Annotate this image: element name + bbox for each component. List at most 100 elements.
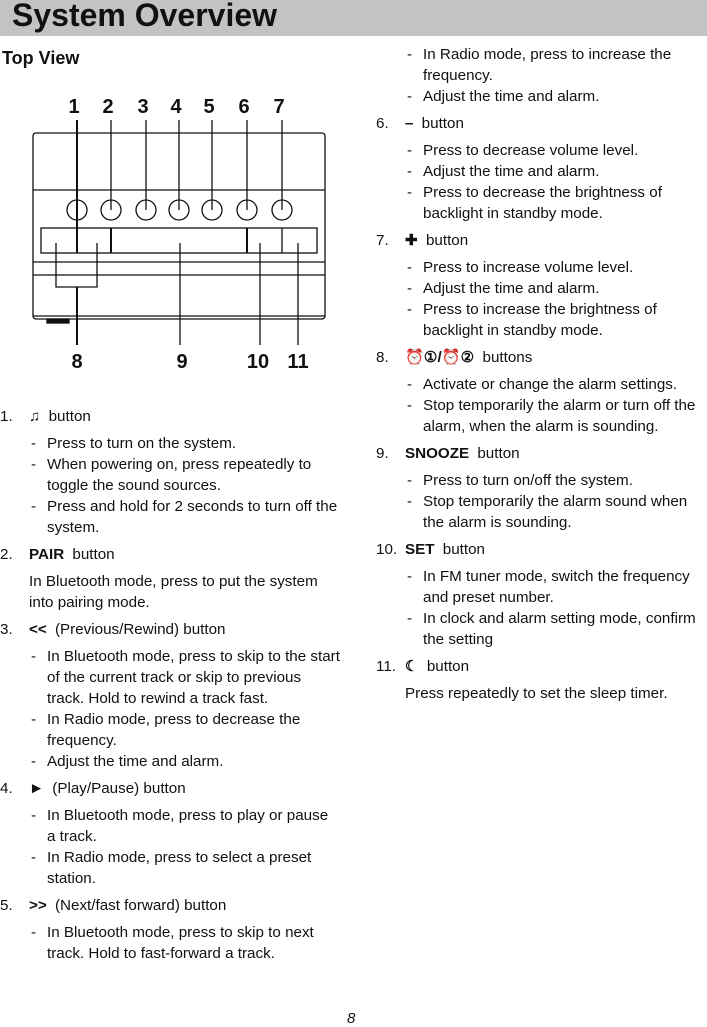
callout-label: 9 [176, 351, 187, 373]
sub-item-text: Adjust the time and alarm. [47, 753, 224, 770]
right-column: - In Radio mode, press to increase the fr… [376, 44, 707, 704]
sub-item: - Adjust the time and alarm. [407, 163, 600, 180]
callout-label: 7 [273, 96, 284, 118]
sub-item: - Press to turn on/off the system. [407, 472, 633, 489]
sub-item-text: In Bluetooth mode, press to play or paus… [47, 807, 329, 845]
sub-item: - In clock and alarm setting mode, confir… [405, 608, 707, 650]
callout-label: 5 [203, 96, 214, 118]
item-label: button [438, 541, 485, 558]
list-item: 2. PAIR button [0, 544, 340, 565]
item-number: 8. [376, 349, 389, 366]
sub-item: - In Radio mode, press to decrease the fr… [29, 709, 340, 751]
sub-item-text: Press to increase the brightness of back… [423, 301, 657, 339]
item-number: 4. [0, 780, 13, 797]
button-symbol: ✚ [405, 232, 418, 249]
callout-label: 1 [68, 96, 79, 118]
description: Press repeatedly to set the sleep timer. [405, 685, 668, 702]
button-symbol: PAIR [29, 546, 65, 563]
page-title: System Overview [12, 0, 278, 33]
item-label: button [417, 115, 464, 132]
sub-item-text: Stop temporarily the alarm or turn off t… [423, 397, 696, 435]
sub-item: - Press to decrease the brightness of bac… [405, 182, 707, 224]
sub-item-text: Press to turn on the system. [47, 435, 237, 452]
list-item: 10. SET button [376, 539, 707, 560]
sub-item-text: In FM tuner mode, switch the frequency a… [423, 568, 690, 606]
item-label: button [68, 546, 115, 563]
description: In Bluetooth mode, press to put the syst… [29, 573, 318, 611]
item-label: button [421, 232, 469, 249]
sub-item: - In Bluetooth mode, press to play or pau… [29, 805, 340, 847]
sub-item: - Press to increase volume level. [407, 259, 634, 276]
list-item: 4. ► (Play/Pause) button [0, 778, 340, 799]
sub-item: - In Radio mode, press to increase the fr… [405, 44, 707, 86]
sub-item-text: In Bluetooth mode, press to skip to next… [47, 924, 314, 962]
button-symbol: ⏰①/⏰② [405, 349, 475, 366]
list-item: 9. SNOOZE button [376, 443, 707, 464]
item-label: (Next/fast forward) button [50, 897, 227, 914]
sub-item: - In Bluetooth mode, press to skip to the… [31, 648, 340, 707]
sub-item-text: Adjust the time and alarm. [423, 88, 600, 105]
list-item: 1. ♫ button [0, 406, 340, 427]
sub-item: - In FM tuner mode, switch the frequency … [405, 566, 707, 608]
sub-item: - Activate or change the alarm settings. [407, 376, 678, 393]
item-label: button [44, 408, 91, 425]
page-number: 8 [347, 1010, 356, 1027]
list-item: 7. ✚ button [376, 230, 707, 251]
list-item: 6. – button [376, 113, 707, 134]
callout-label: 6 [238, 96, 249, 118]
item-label: (Play/Pause) button [48, 780, 186, 797]
callout-label: 3 [137, 96, 148, 118]
item-number: 9. [376, 445, 389, 462]
sub-item-text: In Radio mode, press to increase the fre… [423, 46, 672, 84]
item-label: buttons [478, 349, 533, 366]
sub-item: - When powering on, press repeatedly to t… [29, 454, 340, 496]
sub-item: - Stop temporarily the alarm or turn off … [405, 395, 707, 437]
callout-label: 4 [170, 96, 182, 118]
list-item: 3. << (Previous/Rewind) button [0, 619, 340, 640]
sub-item: - In Radio mode, press to select a preset… [29, 847, 340, 889]
sub-item-text: Adjust the time and alarm. [423, 163, 600, 180]
callout-label: 8 [71, 351, 82, 373]
sub-item-text: In Bluetooth mode, press to skip to the … [47, 648, 340, 707]
item-label: (Previous/Rewind) button [50, 621, 226, 638]
sub-item-text: In clock and alarm setting mode, confirm… [423, 610, 696, 648]
button-symbol: SNOOZE [405, 445, 470, 462]
sub-item: - Adjust the time and alarm. [407, 88, 600, 105]
button-symbol: >> [29, 897, 47, 914]
list-item: 11. ☾ button [376, 656, 707, 677]
button-symbol: – [405, 115, 414, 132]
list-item: 8. ⏰①/⏰② buttons [376, 347, 707, 368]
item-number: 3. [0, 621, 13, 638]
sub-item: - Press to turn on the system. [31, 435, 237, 452]
sub-item: - Adjust the time and alarm. [407, 280, 600, 297]
sub-item-text: Press to increase volume level. [423, 259, 634, 276]
sub-item: - Stop temporarily the alarm sound when t… [405, 491, 707, 533]
item-number: 1. [0, 408, 13, 425]
top-view-diagram: 1 2 3 4 5 6 7 8 9 10 11 [32, 96, 326, 373]
sub-item: - In Bluetooth mode, press to skip to nex… [29, 922, 340, 964]
item-number: 11. [376, 658, 396, 675]
item-number: 10. [376, 541, 398, 558]
item-number: 5. [0, 897, 13, 914]
button-symbol: ♫ [29, 408, 41, 425]
callout-label: 10 [247, 351, 269, 373]
sub-item-text: In Radio mode, press to select a preset … [47, 849, 312, 887]
left-column: 1. ♫ button - Press to turn on the system. -… [0, 400, 340, 964]
sub-item-text: In Radio mode, press to decrease the fre… [47, 711, 301, 749]
header-bar: System Overview [0, 0, 707, 36]
callout-label: 11 [287, 351, 308, 373]
sub-item: - Press to increase the brightness of bac… [405, 299, 707, 341]
button-symbol: << [29, 621, 47, 638]
section-title: Top View [2, 48, 80, 68]
sub-item: - Press to decrease volume level. [407, 142, 639, 159]
item-number: 7. [376, 232, 389, 249]
sub-item-text: When powering on, press repeatedly to to… [47, 456, 312, 494]
sub-item-text: Press to turn on/off the system. [423, 472, 633, 489]
sub-item: - Adjust the time and alarm. [31, 753, 224, 770]
item-number: 6. [376, 115, 389, 132]
item-number: 2. [0, 546, 13, 563]
sub-item-text: Press and hold for 2 seconds to turn off… [47, 498, 338, 536]
sub-item-text: Press to decrease volume level. [423, 142, 639, 159]
list-item: 5. >> (Next/fast forward) button [0, 895, 340, 916]
button-symbol: SET [405, 541, 435, 558]
